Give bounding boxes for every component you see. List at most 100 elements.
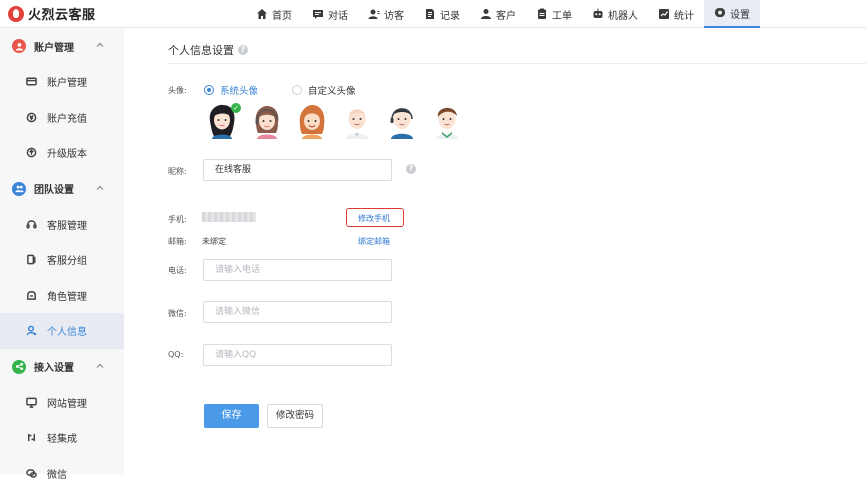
change-phone-link[interactable]: 修改手机 — [358, 213, 390, 224]
male-agent-avatar-icon — [341, 103, 373, 139]
nav-visitor[interactable]: 访客 — [358, 0, 414, 28]
sidebar-item-label: 微信 — [47, 466, 67, 481]
integration-icon — [26, 432, 37, 443]
sidebar-item-upgrade[interactable]: 升级版本 — [0, 135, 124, 171]
selected-check-icon: ✓ — [231, 103, 241, 113]
headset-icon — [26, 219, 37, 230]
bind-email-link[interactable]: 绑定邮箱 — [358, 236, 390, 247]
visitor-icon — [368, 8, 380, 20]
nav-customer-label: 客户 — [496, 7, 516, 22]
role-icon — [26, 290, 37, 301]
nav-stats-label: 统计 — [674, 7, 694, 22]
nav-home[interactable]: 首页 — [246, 0, 302, 28]
radio-system-avatar[interactable] — [204, 85, 214, 95]
avatar-option-3[interactable] — [296, 103, 328, 139]
flame-logo-icon — [8, 6, 24, 22]
save-button[interactable]: 保存 — [204, 404, 259, 428]
sidebar-item-label: 账户充值 — [47, 110, 87, 125]
chevron-up-icon — [96, 184, 104, 192]
wechat-input[interactable]: 请输入微信 — [203, 301, 392, 323]
customer-icon — [480, 8, 492, 20]
sidebar-item-agent-management[interactable]: 客服管理 — [0, 207, 124, 243]
nav-chat[interactable]: 对话 — [302, 0, 358, 28]
access-icon — [12, 360, 26, 374]
female-headset-avatar-icon — [251, 103, 283, 139]
sidebar-item-role-management[interactable]: 角色管理 — [0, 278, 124, 314]
wechat-label: 微信: — [168, 308, 187, 319]
main-nav: 首页 对话 访客 记录 客户 工单 机器人 统计 — [246, 0, 760, 28]
gear-icon — [714, 7, 726, 19]
radio-system-avatar-label[interactable]: 系统头像 — [220, 83, 258, 97]
sidebar-group-access[interactable]: 接入设置 — [0, 349, 124, 385]
sidebar-item-label: 客服管理 — [47, 217, 87, 232]
wechat-icon — [26, 468, 37, 479]
avatar-option-6[interactable] — [431, 103, 463, 139]
nav-record[interactable]: 记录 — [414, 0, 470, 28]
home-icon — [256, 8, 268, 20]
avatar-type-radio-group: 系统头像 自定义头像 — [204, 83, 356, 97]
sidebar-item-label: 个人信息 — [47, 323, 87, 338]
nav-visitor-label: 访客 — [384, 7, 404, 22]
sidebar-item-personal-info[interactable]: 个人信息 — [0, 313, 124, 349]
sidebar-group-account[interactable]: 账户管理 — [0, 28, 124, 64]
nav-customer[interactable]: 客户 — [470, 0, 526, 28]
sidebar-item-label: 升级版本 — [47, 145, 87, 160]
app-name: 火烈云客服 — [28, 4, 96, 23]
avatar-option-5[interactable] — [386, 103, 418, 139]
nickname-label: 昵称: — [168, 166, 187, 177]
nickname-input[interactable]: 在线客服 — [203, 159, 392, 181]
nickname-help-icon[interactable]: ? — [406, 164, 416, 174]
main-content: 个人信息设置 ? 头像: 系统头像 自定义头像 ✓ — [124, 28, 866, 474]
sidebar-item-light-integration[interactable]: 轻集成 — [0, 420, 124, 456]
avatar-option-2[interactable] — [251, 103, 283, 139]
stats-icon — [658, 8, 670, 20]
phone-label: 手机: — [168, 214, 187, 225]
chat-icon — [312, 8, 324, 20]
sidebar-item-agent-groups[interactable]: 客服分组 — [0, 242, 124, 278]
sidebar-group-team[interactable]: 团队设置 — [0, 171, 124, 207]
sidebar-item-label: 角色管理 — [47, 288, 87, 303]
website-icon — [26, 397, 37, 408]
sidebar-item-label: 客服分组 — [47, 252, 87, 267]
recharge-icon — [26, 112, 37, 123]
ticket-icon — [536, 8, 548, 20]
top-navbar: 火烈云客服 首页 对话 访客 记录 客户 工单 机器人 — [0, 0, 866, 28]
male-brown-hair-avatar-icon — [431, 103, 463, 139]
sidebar: 账户管理 账户管理 账户充值 升级版本 团队设置 客服管理 客服分组 角色管理 … — [0, 28, 124, 474]
record-icon — [424, 8, 436, 20]
email-value: 未绑定 — [202, 236, 226, 247]
divider — [168, 63, 866, 64]
team-icon — [12, 182, 26, 196]
nav-settings[interactable]: 设置 — [704, 0, 760, 28]
sidebar-group-label: 账户管理 — [34, 39, 74, 54]
change-password-button[interactable]: 修改密码 — [267, 404, 323, 428]
sidebar-group-label: 接入设置 — [34, 359, 74, 374]
nav-ticket-label: 工单 — [552, 7, 572, 22]
sidebar-item-wechat[interactable]: 微信 — [0, 456, 124, 491]
chevron-up-icon — [96, 362, 104, 370]
nav-stats[interactable]: 统计 — [648, 0, 704, 28]
nav-chat-label: 对话 — [328, 7, 348, 22]
nav-robot[interactable]: 机器人 — [582, 0, 648, 28]
avatar-option-1[interactable]: ✓ — [206, 103, 238, 139]
card-icon — [26, 76, 37, 87]
tel-input[interactable]: 请输入电话 — [203, 259, 392, 281]
nav-settings-label: 设置 — [730, 6, 750, 21]
avatar-option-4[interactable] — [341, 103, 373, 139]
sidebar-item-website-management[interactable]: 网站管理 — [0, 385, 124, 421]
sidebar-item-label: 轻集成 — [47, 430, 77, 445]
qq-input[interactable]: 请输入QQ — [203, 344, 392, 366]
sidebar-item-label: 账户管理 — [47, 74, 87, 89]
nav-robot-label: 机器人 — [608, 7, 638, 22]
sidebar-item-account-recharge[interactable]: 账户充值 — [0, 100, 124, 136]
upgrade-icon — [26, 147, 37, 158]
nav-ticket[interactable]: 工单 — [526, 0, 582, 28]
page-title-text: 个人信息设置 — [168, 42, 234, 58]
app-logo[interactable]: 火烈云客服 — [8, 4, 96, 23]
radio-custom-avatar[interactable] — [292, 85, 302, 95]
radio-custom-avatar-label[interactable]: 自定义头像 — [308, 83, 356, 97]
sidebar-item-account-management[interactable]: 账户管理 — [0, 64, 124, 100]
masked-phone-number — [202, 212, 256, 222]
sidebar-group-label: 团队设置 — [34, 181, 74, 196]
help-icon[interactable]: ? — [238, 45, 248, 55]
